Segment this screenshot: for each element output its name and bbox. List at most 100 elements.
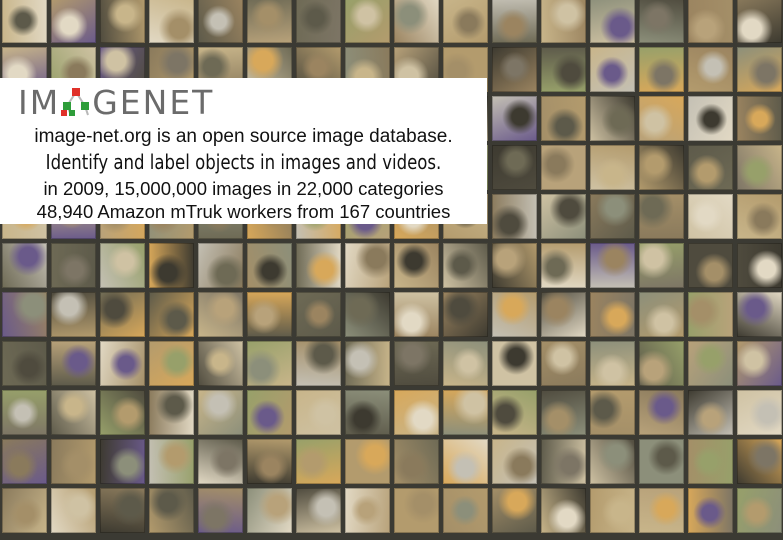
photo-thumbnail (688, 488, 733, 533)
photo-thumbnail (2, 341, 47, 386)
photo-thumbnail (296, 341, 341, 386)
photo-thumbnail (247, 292, 292, 337)
photo-thumbnail (639, 194, 684, 239)
photo-thumbnail (639, 488, 684, 533)
photo-thumbnail (590, 194, 635, 239)
photo-thumbnail (492, 390, 537, 435)
photo-thumbnail (247, 439, 292, 484)
photo-thumbnail (394, 439, 439, 484)
photo-thumbnail (443, 341, 488, 386)
photo-thumbnail (100, 292, 145, 337)
photo-thumbnail (492, 47, 537, 92)
photo-thumbnail (443, 390, 488, 435)
photo-thumbnail (590, 47, 635, 92)
photo-thumbnail (443, 0, 488, 43)
photo-thumbnail (590, 439, 635, 484)
photo-thumbnail (541, 439, 586, 484)
photo-thumbnail (639, 96, 684, 141)
photo-thumbnail (639, 341, 684, 386)
photo-thumbnail (247, 341, 292, 386)
photo-thumbnail (345, 0, 390, 43)
photo-thumbnail (149, 439, 194, 484)
photo-thumbnail (688, 145, 733, 190)
photo-thumbnail (688, 390, 733, 435)
photo-thumbnail (2, 390, 47, 435)
photo-thumbnail (492, 145, 537, 190)
photo-thumbnail (541, 488, 586, 533)
photo-thumbnail (541, 243, 586, 288)
photo-thumbnail (688, 341, 733, 386)
photo-thumbnail (639, 292, 684, 337)
photo-thumbnail (492, 488, 537, 533)
photo-thumbnail (492, 341, 537, 386)
photo-thumbnail (688, 194, 733, 239)
photo-thumbnail (737, 243, 782, 288)
photo-thumbnail (247, 0, 292, 43)
photo-thumbnail (296, 243, 341, 288)
photo-thumbnail (737, 341, 782, 386)
photo-thumbnail (443, 488, 488, 533)
photo-thumbnail (2, 488, 47, 533)
imagenet-logo: IM GENET (18, 82, 215, 122)
photo-thumbnail (198, 488, 243, 533)
photo-thumbnail (100, 243, 145, 288)
photo-thumbnail (590, 292, 635, 337)
photo-thumbnail (688, 47, 733, 92)
photo-thumbnail (590, 488, 635, 533)
photo-thumbnail (737, 96, 782, 141)
photo-thumbnail (541, 96, 586, 141)
photo-thumbnail (394, 292, 439, 337)
photo-thumbnail (198, 390, 243, 435)
photo-thumbnail (100, 488, 145, 533)
photo-thumbnail (296, 0, 341, 43)
photo-thumbnail (296, 390, 341, 435)
photo-thumbnail (737, 292, 782, 337)
photo-thumbnail (345, 341, 390, 386)
photo-thumbnail (198, 439, 243, 484)
photo-thumbnail (247, 390, 292, 435)
photo-thumbnail (443, 439, 488, 484)
photo-thumbnail (345, 488, 390, 533)
photo-thumbnail (688, 0, 733, 43)
photo-thumbnail (688, 439, 733, 484)
photo-thumbnail (688, 243, 733, 288)
imagenet-banner: IM GENET image-net.org is an open source… (0, 78, 487, 224)
photo-thumbnail (51, 292, 96, 337)
photo-thumbnail (345, 243, 390, 288)
description-line-1: image-net.org is an open source image da… (34, 126, 453, 147)
photo-thumbnail (345, 439, 390, 484)
photo-thumbnail (2, 439, 47, 484)
photo-thumbnail (492, 292, 537, 337)
photo-thumbnail (149, 292, 194, 337)
photo-thumbnail (492, 0, 537, 43)
photo-thumbnail (541, 390, 586, 435)
photo-thumbnail (639, 439, 684, 484)
photo-thumbnail (247, 243, 292, 288)
photo-thumbnail (688, 96, 733, 141)
photo-thumbnail (541, 292, 586, 337)
photo-thumbnail (492, 194, 537, 239)
photo-thumbnail (51, 390, 96, 435)
photo-thumbnail (541, 47, 586, 92)
photo-thumbnail (51, 488, 96, 533)
logo-text-end: GENET (92, 82, 215, 122)
description-line-2: Identify and label objects in images and… (45, 150, 442, 174)
photo-thumbnail (149, 341, 194, 386)
photo-thumbnail (590, 390, 635, 435)
photo-thumbnail (492, 243, 537, 288)
logo-text-start: IM (18, 82, 61, 122)
photo-thumbnail (688, 292, 733, 337)
photo-thumbnail (443, 243, 488, 288)
photo-thumbnail (492, 96, 537, 141)
photo-thumbnail (737, 0, 782, 43)
photo-thumbnail (51, 341, 96, 386)
photo-thumbnail (541, 0, 586, 43)
photo-thumbnail (443, 292, 488, 337)
photo-thumbnail (198, 243, 243, 288)
photo-thumbnail (590, 96, 635, 141)
photo-thumbnail (296, 488, 341, 533)
photo-thumbnail (737, 390, 782, 435)
photo-thumbnail (51, 243, 96, 288)
photo-thumbnail (2, 0, 47, 43)
photo-thumbnail (590, 243, 635, 288)
